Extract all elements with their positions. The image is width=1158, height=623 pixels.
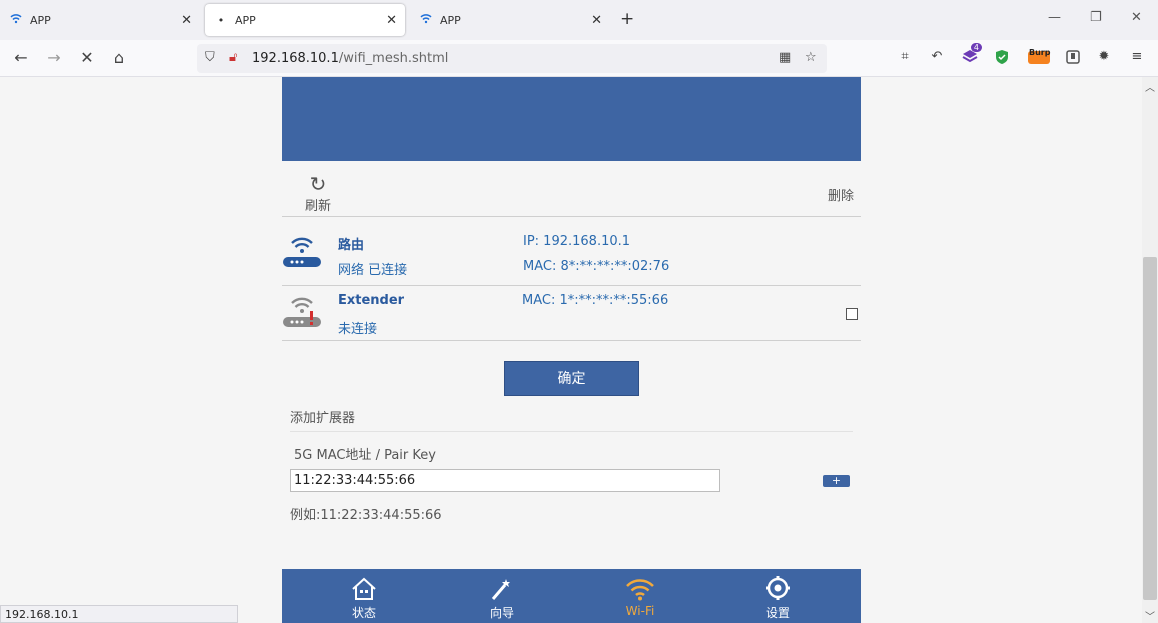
extender-mac: MAC: 1*:**:**:**:55:66 <box>522 293 669 308</box>
delete-button[interactable]: 删除 <box>828 185 854 204</box>
shield-icon[interactable]: ⛉ <box>205 50 215 65</box>
wifi-icon <box>8 13 24 27</box>
extender-name: Extender <box>338 293 405 308</box>
insecure-lock-icon[interactable]: 🔓︎ <box>229 50 237 65</box>
shield-check-icon[interactable] <box>992 49 1012 67</box>
router-connected-icon <box>282 233 322 273</box>
router-mac: MAC: 8*:**:**:**:02:76 <box>523 259 670 274</box>
tab-title: APP <box>235 13 256 27</box>
menu-icon[interactable]: ≡ <box>1127 49 1147 67</box>
burp-icon[interactable]: Burp <box>1026 48 1052 67</box>
browser-tab[interactable]: APP ✕ <box>410 4 610 36</box>
mac-input[interactable] <box>290 469 720 492</box>
router-ip: IP: 192.168.10.1 <box>523 234 631 249</box>
restore-icon[interactable]: ❐ <box>1090 10 1102 25</box>
confirm-button[interactable]: 确定 <box>504 361 639 396</box>
stop-icon[interactable]: ✕ <box>77 48 97 67</box>
nav-settings-label: 设置 <box>765 606 790 620</box>
scroll-down-icon[interactable]: ﹀ <box>1145 608 1155 623</box>
browser-tab[interactable]: APP ✕ <box>0 4 200 36</box>
bottom-nav: 状态 向导 Wi-Fi 设置 <box>282 569 861 623</box>
refresh-icon: ↻ <box>309 172 327 196</box>
page-content: ↻ 刷新 删除 路由 网络 已连接 IP: 192.168.10.1 MAC: … <box>0 77 1142 623</box>
tab-title: APP <box>30 13 51 27</box>
scroll-up-icon[interactable]: ︿ <box>1145 79 1155 94</box>
loading-dot-icon: • <box>217 13 225 27</box>
gear-icon <box>738 569 818 601</box>
nav-wifi[interactable]: Wi-Fi <box>600 569 680 618</box>
divider <box>282 285 861 286</box>
close-tab-icon[interactable]: ✕ <box>386 13 397 28</box>
mac-field-label: 5G MAC地址 / Pair Key <box>294 448 436 463</box>
browser-status-bar: 192.168.10.1 <box>0 605 238 623</box>
header-banner <box>282 77 861 161</box>
home-icon <box>324 569 404 601</box>
wifi-icon <box>600 569 680 601</box>
mac-example-text: 例如:11:22:33:44:55:66 <box>290 508 442 523</box>
close-tab-icon[interactable]: ✕ <box>181 13 192 28</box>
new-tab-button[interactable]: + <box>620 9 634 29</box>
add-extender-title: 添加扩展器 <box>290 411 356 426</box>
burp-label: Burp <box>1029 48 1051 57</box>
extension-badge-icon[interactable]: 4 <box>960 43 982 67</box>
nav-wifi-label: Wi-Fi <box>625 604 655 618</box>
add-extender-button[interactable]: + <box>823 475 850 487</box>
tab-title: APP <box>440 13 461 27</box>
wifi-icon <box>418 13 434 27</box>
bug-icon[interactable]: ✹ <box>1094 49 1114 67</box>
close-tab-icon[interactable]: ✕ <box>591 13 602 28</box>
nav-settings[interactable]: 设置 <box>738 569 818 621</box>
qr-code-icon[interactable]: ▦ <box>779 50 791 65</box>
url-text[interactable]: 192.168.10.1/wifi_mesh.shtml <box>252 51 448 66</box>
crop-icon[interactable]: ⌗ <box>895 49 915 67</box>
wand-icon <box>462 569 542 601</box>
nav-wizard-label: 向导 <box>489 606 514 620</box>
nav-wizard[interactable]: 向导 <box>462 569 542 621</box>
extender-status: 未连接 <box>338 322 378 337</box>
screenshot-icon[interactable] <box>1063 49 1083 67</box>
scrollbar-thumb[interactable] <box>1143 257 1157 600</box>
divider <box>290 431 853 432</box>
divider <box>282 216 861 217</box>
url-bar[interactable]: ⛉ 🔓︎ 192.168.10.1/wifi_mesh.shtml ▦ ☆ <box>197 44 827 73</box>
router-status: 网络 已连接 <box>338 263 408 278</box>
refresh-label: 刷新 <box>304 199 331 214</box>
minimize-icon[interactable]: — <box>1048 10 1061 25</box>
home-icon[interactable]: ⌂ <box>109 48 129 67</box>
browser-tab-bar: APP ✕ • APP ✕ APP ✕ + — ❐ ✕ <box>0 0 1158 40</box>
extension-badge-count: 4 <box>970 43 982 52</box>
divider <box>282 340 861 341</box>
undo-icon[interactable]: ↶ <box>927 49 947 67</box>
close-window-icon[interactable]: ✕ <box>1131 10 1142 25</box>
forward-icon[interactable]: → <box>44 48 64 67</box>
nav-status[interactable]: 状态 <box>324 569 404 621</box>
back-icon[interactable]: ← <box>11 48 31 67</box>
nav-status-label: 状态 <box>351 606 376 620</box>
router-name: 路由 <box>338 238 365 253</box>
extender-disconnected-icon <box>282 293 322 333</box>
bookmark-star-icon[interactable]: ☆ <box>805 50 817 65</box>
extender-select-checkbox[interactable] <box>846 308 858 320</box>
browser-nav-bar: ← → ✕ ⌂ ⛉ 🔓︎ 192.168.10.1/wifi_mesh.shtm… <box>0 40 1158 77</box>
browser-tab-active[interactable]: • APP ✕ <box>205 4 405 36</box>
refresh-button[interactable]: ↻ 刷新 <box>298 173 338 214</box>
